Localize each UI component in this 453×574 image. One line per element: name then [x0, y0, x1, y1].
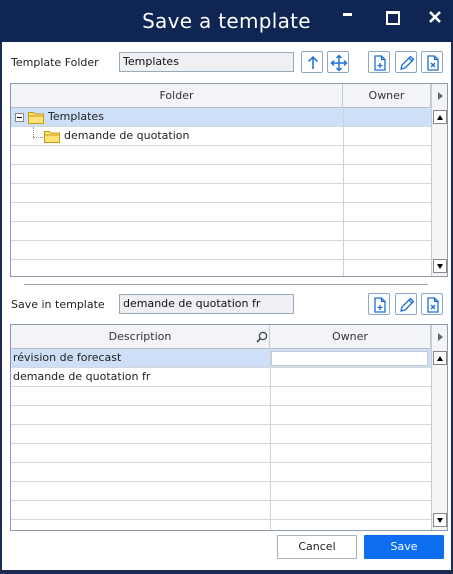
- empty-row: [11, 463, 431, 482]
- folder-owner: [343, 127, 431, 146]
- save-in-template-field[interactable]: demande de quotation fr: [119, 294, 294, 314]
- empty-row: [11, 406, 431, 425]
- owner-column-header[interactable]: Owner: [343, 84, 431, 108]
- empty-row: [11, 444, 431, 463]
- edit-folder-button[interactable]: [395, 51, 417, 73]
- description-column-header[interactable]: Description: [11, 325, 270, 349]
- scroll-down-icon[interactable]: [433, 259, 447, 273]
- empty-row: [11, 260, 431, 276]
- arrow-up-icon: [307, 55, 319, 69]
- move-icon: [330, 54, 348, 72]
- up-folder-button[interactable]: [301, 51, 323, 73]
- folder-row[interactable]: Templates: [11, 108, 431, 127]
- empty-row: [11, 387, 431, 406]
- template-folder-label: Template Folder: [11, 56, 99, 69]
- scroll-up-icon[interactable]: [433, 351, 447, 365]
- search-icon[interactable]: [256, 331, 268, 343]
- folder-name: Templates: [48, 110, 104, 123]
- template-row[interactable]: révision de forecast: [11, 349, 431, 368]
- owner-edit-field[interactable]: [271, 351, 428, 366]
- delete-folder-button[interactable]: [421, 51, 443, 73]
- pencil-icon: [400, 55, 415, 70]
- new-file-icon: [374, 55, 386, 71]
- delete-file-icon: [427, 55, 439, 71]
- scroll-down-icon[interactable]: [433, 513, 447, 527]
- template-owner: [272, 368, 429, 387]
- save-button[interactable]: Save: [364, 535, 444, 559]
- description-header-label: Description: [108, 330, 172, 343]
- empty-row: [11, 425, 431, 444]
- edit-template-button[interactable]: [395, 293, 417, 315]
- column-divider: [343, 108, 344, 276]
- empty-row: [11, 482, 431, 501]
- template-description: demande de quotation fr: [13, 370, 151, 383]
- column-scroll-icon[interactable]: [431, 325, 447, 349]
- folder-grid-header: Folder Owner: [11, 84, 431, 108]
- save-in-template-label: Save in template: [11, 298, 105, 311]
- collapse-icon[interactable]: [15, 113, 24, 122]
- column-scroll-icon[interactable]: [431, 84, 447, 108]
- new-file-icon: [374, 297, 386, 313]
- pencil-icon: [400, 297, 415, 312]
- new-template-button[interactable]: [368, 293, 390, 315]
- template-folder-field[interactable]: Templates: [119, 52, 294, 72]
- empty-row: [11, 184, 431, 203]
- close-icon[interactable]: [424, 8, 446, 26]
- new-folder-button[interactable]: [368, 51, 390, 73]
- empty-row: [11, 501, 431, 520]
- column-divider: [270, 349, 271, 530]
- delete-file-icon: [427, 297, 439, 313]
- delete-template-button[interactable]: [421, 293, 443, 315]
- minimize-icon[interactable]: [336, 8, 358, 26]
- template-row[interactable]: demande de quotation fr: [11, 368, 431, 387]
- empty-row: [11, 165, 431, 184]
- empty-row: [11, 222, 431, 241]
- empty-row: [11, 203, 431, 222]
- folder-icon: [28, 112, 44, 124]
- template-grid: Description Owner révision de forecast d…: [10, 324, 448, 531]
- tree-line: [33, 127, 34, 137]
- maximize-icon[interactable]: [380, 8, 402, 26]
- title-bar: Save a template: [0, 0, 453, 42]
- template-description: révision de forecast: [13, 351, 122, 364]
- move-button[interactable]: [327, 51, 349, 73]
- owner-column-header[interactable]: Owner: [270, 325, 431, 349]
- folder-column-header[interactable]: Folder: [11, 84, 343, 108]
- scroll-up-icon[interactable]: [433, 110, 447, 124]
- folder-owner: [343, 108, 431, 127]
- template-grid-header: Description Owner: [11, 325, 431, 349]
- folder-name: demande de quotation: [64, 129, 190, 142]
- folder-icon: [44, 131, 60, 143]
- folder-grid: Folder Owner Templates demande de quotat…: [10, 83, 448, 277]
- folder-grid-scrollbar[interactable]: [431, 108, 447, 276]
- folder-row[interactable]: demande de quotation: [11, 127, 431, 146]
- empty-row: [11, 146, 431, 165]
- template-grid-scrollbar[interactable]: [431, 349, 447, 530]
- tree-line: [33, 137, 43, 138]
- cancel-button[interactable]: Cancel: [277, 535, 357, 559]
- pane-splitter[interactable]: [24, 284, 428, 285]
- dialog-body: Template Folder Templates Folder Owner T…: [2, 42, 451, 570]
- empty-row: [11, 241, 431, 260]
